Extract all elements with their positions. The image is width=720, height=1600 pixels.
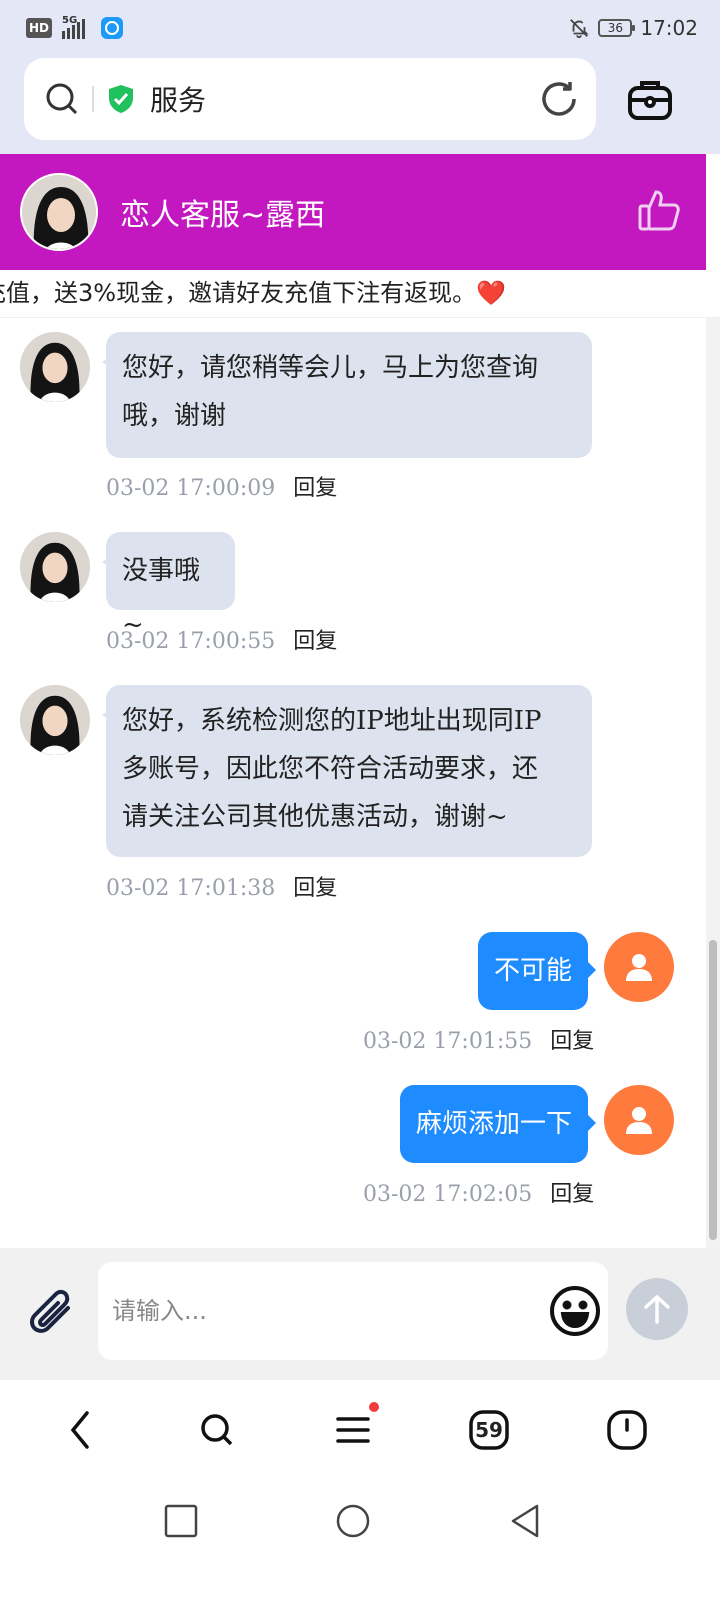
- message-time: 03-02 17:01:55: [363, 1029, 533, 1054]
- agent-avatar: [20, 685, 90, 755]
- message-time: 03-02 17:01:38: [106, 876, 276, 901]
- secure-shield-icon: [109, 85, 133, 113]
- user-avatar: [604, 932, 674, 1002]
- message-input[interactable]: [112, 1262, 532, 1360]
- system-nav: [0, 1476, 720, 1600]
- reply-link[interactable]: 回复: [550, 1182, 594, 1207]
- thumbs-up-icon[interactable]: [638, 188, 680, 232]
- chat-title: 恋人客服~露西: [120, 198, 326, 233]
- message-line: 您好，系统检测您的IP地址出现同IP: [122, 706, 542, 736]
- url-text[interactable]: 服务: [150, 79, 206, 119]
- status-bar: HD 5G 36 17:02: [0, 0, 720, 56]
- network-type: 5G: [62, 15, 78, 26]
- arrow-up-icon: [644, 1295, 670, 1324]
- address-bar[interactable]: 服务: [24, 58, 596, 140]
- menu-icon: [336, 1417, 370, 1443]
- tab-count: 59: [475, 1418, 503, 1442]
- heart-emoji: ❤️: [476, 279, 506, 307]
- chat-header: 恋人客服~露西: [0, 154, 706, 270]
- battery-icon: 36: [598, 19, 636, 37]
- agent-avatar: [20, 532, 90, 602]
- outgoing-message-bubble[interactable]: 麻烦添加一下: [399, 1085, 597, 1163]
- agent-avatar[interactable]: [20, 173, 98, 251]
- toolbox-icon[interactable]: [626, 76, 674, 124]
- user-avatar: [604, 1085, 674, 1155]
- message-meta: 03-02 17:00:55 回复: [106, 623, 337, 655]
- reply-link[interactable]: 回复: [293, 629, 337, 654]
- home-icon[interactable]: [336, 1504, 370, 1538]
- reply-link[interactable]: 回复: [293, 476, 337, 501]
- app-notification-icon: [101, 17, 124, 39]
- message-input-box[interactable]: [98, 1262, 608, 1360]
- message-line: 请关注公司其他优惠活动，谢谢~: [122, 802, 508, 832]
- announcement-text: 充值，送3%现金，邀请好友充值下注有返现。: [0, 279, 477, 307]
- message-time: 03-02 17:00:09: [106, 476, 276, 501]
- message-bubble[interactable]: 您好，请您稍等会儿，马上为您查询 哦，谢谢: [102, 332, 592, 458]
- browser-bar: 服务: [0, 56, 720, 154]
- emoji-icon[interactable]: [548, 1284, 602, 1338]
- scroll-thumb[interactable]: [709, 940, 717, 1240]
- back-button[interactable]: [56, 1406, 104, 1454]
- search-icon[interactable]: [44, 81, 80, 117]
- chat-scrollbar[interactable]: [706, 318, 720, 1248]
- message-meta: 03-02 17:01:38 回复: [106, 870, 337, 902]
- message-time: 03-02 17:02:05: [363, 1182, 533, 1207]
- hd-badge: HD: [26, 18, 53, 38]
- back-triangle-icon[interactable]: [510, 1504, 540, 1538]
- chat-area[interactable]: 您好，请您稍等会儿，马上为您查询 哦，谢谢 03-02 17:00:09 回复 没…: [0, 318, 706, 1248]
- reply-link[interactable]: 回复: [550, 1029, 594, 1054]
- user-icon: [626, 1107, 652, 1134]
- agent-avatar: [20, 332, 90, 402]
- message-meta: 03-02 17:00:09 回复: [106, 470, 337, 502]
- reply-link[interactable]: 回复: [293, 876, 337, 901]
- recents-icon[interactable]: [164, 1504, 198, 1538]
- attachment-icon[interactable]: [24, 1286, 76, 1338]
- search-button[interactable]: [193, 1406, 241, 1454]
- notification-dot: [369, 1402, 379, 1412]
- message-meta: 03-02 17:02:05 回复: [363, 1176, 594, 1208]
- signal-icon: 5G: [62, 15, 86, 39]
- message-meta: 03-02 17:01:55 回复: [363, 1023, 594, 1055]
- alert-circle-icon: [607, 1410, 647, 1450]
- announcement-marquee: 充值，送3%现金，邀请好友充值下注有返现。❤️: [0, 270, 720, 318]
- more-button[interactable]: [603, 1406, 651, 1454]
- send-button[interactable]: [626, 1278, 688, 1340]
- message-bubble[interactable]: 您好，系统检测您的IP地址出现同IP 多账号，因此您不符合活动要求，还 请关注公…: [102, 685, 592, 857]
- reload-icon[interactable]: [538, 78, 580, 120]
- clock: 17:02: [640, 16, 698, 40]
- input-bar: [0, 1248, 720, 1380]
- tabs-button[interactable]: 59: [465, 1406, 513, 1454]
- message-line: 哦，谢谢: [122, 401, 227, 431]
- divider: [92, 86, 94, 112]
- browser-nav: 59: [0, 1380, 720, 1476]
- user-icon: [626, 954, 652, 981]
- search-icon: [201, 1414, 233, 1446]
- message-time: 03-02 17:00:55: [106, 629, 276, 654]
- message-bubble[interactable]: 没事哦~: [102, 532, 235, 640]
- outgoing-message-bubble[interactable]: 不可能: [477, 932, 597, 1010]
- bell-off-icon: [570, 19, 589, 39]
- chevron-left-icon: [70, 1411, 89, 1449]
- message-line: 多账号，因此您不符合活动要求，还: [122, 754, 539, 784]
- message-line: 您好，请您稍等会儿，马上为您查询: [122, 353, 539, 383]
- menu-button[interactable]: [329, 1402, 379, 1454]
